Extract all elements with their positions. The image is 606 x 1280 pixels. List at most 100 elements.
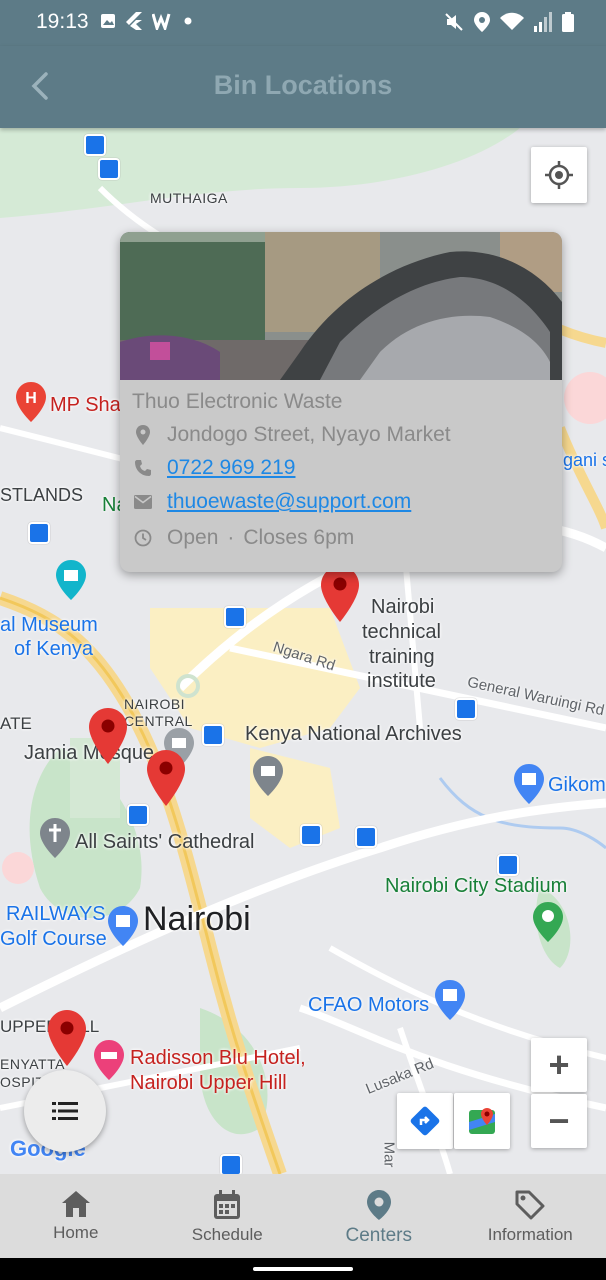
home-icon [61, 1191, 90, 1217]
bus-stop-icon [28, 522, 50, 544]
map-label-museum-2: of Kenya [14, 638, 93, 660]
zoom-out-button[interactable]: − [531, 1094, 587, 1148]
bin-marker[interactable] [48, 1010, 86, 1066]
map-label-nairobi-tech-3: training [369, 646, 435, 668]
nav-home[interactable]: Home [0, 1174, 152, 1258]
directions-icon [410, 1106, 440, 1136]
map-label-gikomba: Gikom [548, 774, 606, 796]
bus-stop-icon [355, 826, 377, 848]
page-title: Bin Locations [213, 70, 393, 100]
map-label-muthaiga: MUTHAIGA [150, 190, 228, 206]
zoom-in-button[interactable]: + [531, 1038, 587, 1092]
hours-status: Open [167, 526, 219, 549]
my-location-button[interactable] [531, 147, 587, 203]
map-label-railways: RAILWAYS [6, 903, 106, 925]
bus-stop-icon [220, 1154, 242, 1174]
bus-stop-icon [497, 854, 519, 876]
location-photo [120, 232, 562, 380]
tag-icon [515, 1190, 545, 1220]
bin-marker[interactable] [89, 708, 127, 764]
bin-marker[interactable] [147, 750, 185, 806]
notification-dot-icon [184, 17, 192, 25]
map-label-nairobi: Nairobi [143, 900, 251, 938]
hours-close: Closes 6pm [243, 526, 355, 549]
bus-stop-icon [224, 606, 246, 628]
bottom-navigation: Home Schedule Centers Information [0, 1174, 606, 1258]
phone-link[interactable]: 0722 969 219 [167, 456, 295, 480]
hotel-icon [94, 1040, 124, 1080]
shopping-icon [514, 764, 544, 804]
app-bar: Bin Locations [0, 46, 606, 128]
nav-centers-label: Centers [345, 1225, 413, 1246]
address-row: Jondogo Street, Nyayo Market [132, 423, 451, 447]
bus-stop-icon [455, 698, 477, 720]
golf-shop-icon [108, 906, 138, 946]
nav-schedule-label: Schedule [191, 1225, 263, 1244]
email-link[interactable]: thuoewaste@support.com [167, 490, 411, 514]
stadium-icon [533, 902, 563, 942]
gallery-icon [101, 14, 115, 28]
calendar-icon [214, 1190, 241, 1219]
map-label-golf: Golf Course [0, 928, 107, 950]
map-label-nairobi-tech-2: technical [362, 621, 441, 643]
bus-stop-icon [202, 724, 224, 746]
signal-icon [534, 12, 552, 32]
bus-stop-icon [98, 158, 120, 180]
clock-icon [134, 529, 152, 547]
mute-icon [445, 13, 463, 31]
bus-stop-icon [84, 134, 106, 156]
nav-home-label: Home [53, 1223, 99, 1242]
location-icon [474, 12, 490, 32]
map-label-museum: al Museum [0, 614, 98, 636]
email-row: thuoewaste@support.com [132, 490, 411, 514]
phone-icon [135, 460, 151, 476]
svg-text:H: H [25, 390, 37, 407]
map-label-all-saints: All Saints' Cathedral [75, 831, 255, 853]
list-icon [52, 1102, 78, 1120]
nav-information[interactable]: Information [455, 1174, 606, 1258]
phone-row: 0722 969 219 [132, 456, 295, 480]
location-pin-icon [366, 1190, 391, 1220]
open-in-maps-button[interactable] [454, 1093, 510, 1149]
map-label-westlands: STLANDS [0, 485, 84, 505]
bus-stop-icon [127, 804, 149, 826]
wifi-icon [500, 12, 524, 30]
hospital-icon: H [16, 382, 46, 422]
list-view-button[interactable] [24, 1070, 106, 1152]
map-label-radisson-2: Nairobi Upper Hill [130, 1072, 287, 1094]
map-label-cfao: CFAO Motors [308, 994, 430, 1016]
map-label-nairobi-tech-4: institute [367, 670, 436, 692]
nav-centers[interactable]: Centers [303, 1174, 455, 1258]
hours-row: Open · Closes 6pm [132, 526, 354, 550]
hours-separator: · [227, 526, 235, 549]
map-label-radisson: Radisson Blu Hotel, [130, 1047, 306, 1069]
map-label-kenya-archives: Kenya National Archives [245, 723, 462, 745]
map-label-nairobi-central: NAIROBI [124, 696, 186, 712]
cathedral-icon [40, 818, 70, 858]
archives-icon [253, 756, 283, 796]
museum-icon [56, 560, 86, 600]
flutter-icon [126, 12, 142, 30]
location-info-card[interactable]: Thuo Electronic Waste Jondogo Street, Ny… [120, 232, 562, 572]
map-label-ngani: gani s [563, 450, 606, 470]
location-address: Jondogo Street, Nyayo Market [167, 423, 451, 446]
map-label-city-stadium: Nairobi City Stadium [385, 875, 568, 897]
w-app-icon [152, 13, 171, 30]
nav-information-label: Information [487, 1225, 573, 1244]
bus-stop-icon [300, 824, 322, 846]
map-pin-icon [136, 425, 150, 445]
map-label-mar: Mar [380, 1141, 398, 1168]
directions-button[interactable] [397, 1093, 453, 1149]
zoom-out-label: − [548, 1100, 570, 1141]
home-indicator[interactable] [253, 1267, 353, 1271]
bin-marker[interactable] [321, 566, 359, 622]
nav-schedule[interactable]: Schedule [152, 1174, 304, 1258]
crosshair-icon [545, 161, 573, 189]
location-name: Thuo Electronic Waste [132, 390, 343, 413]
status-time: 19:13 [36, 10, 89, 33]
map-label-mp-shah: MP Sha [50, 394, 121, 416]
battery-icon [562, 12, 574, 32]
zoom-in-label: + [548, 1044, 570, 1085]
gesture-bar [0, 1258, 606, 1280]
map-label-nairobi-tech: Nairobi [371, 596, 435, 618]
